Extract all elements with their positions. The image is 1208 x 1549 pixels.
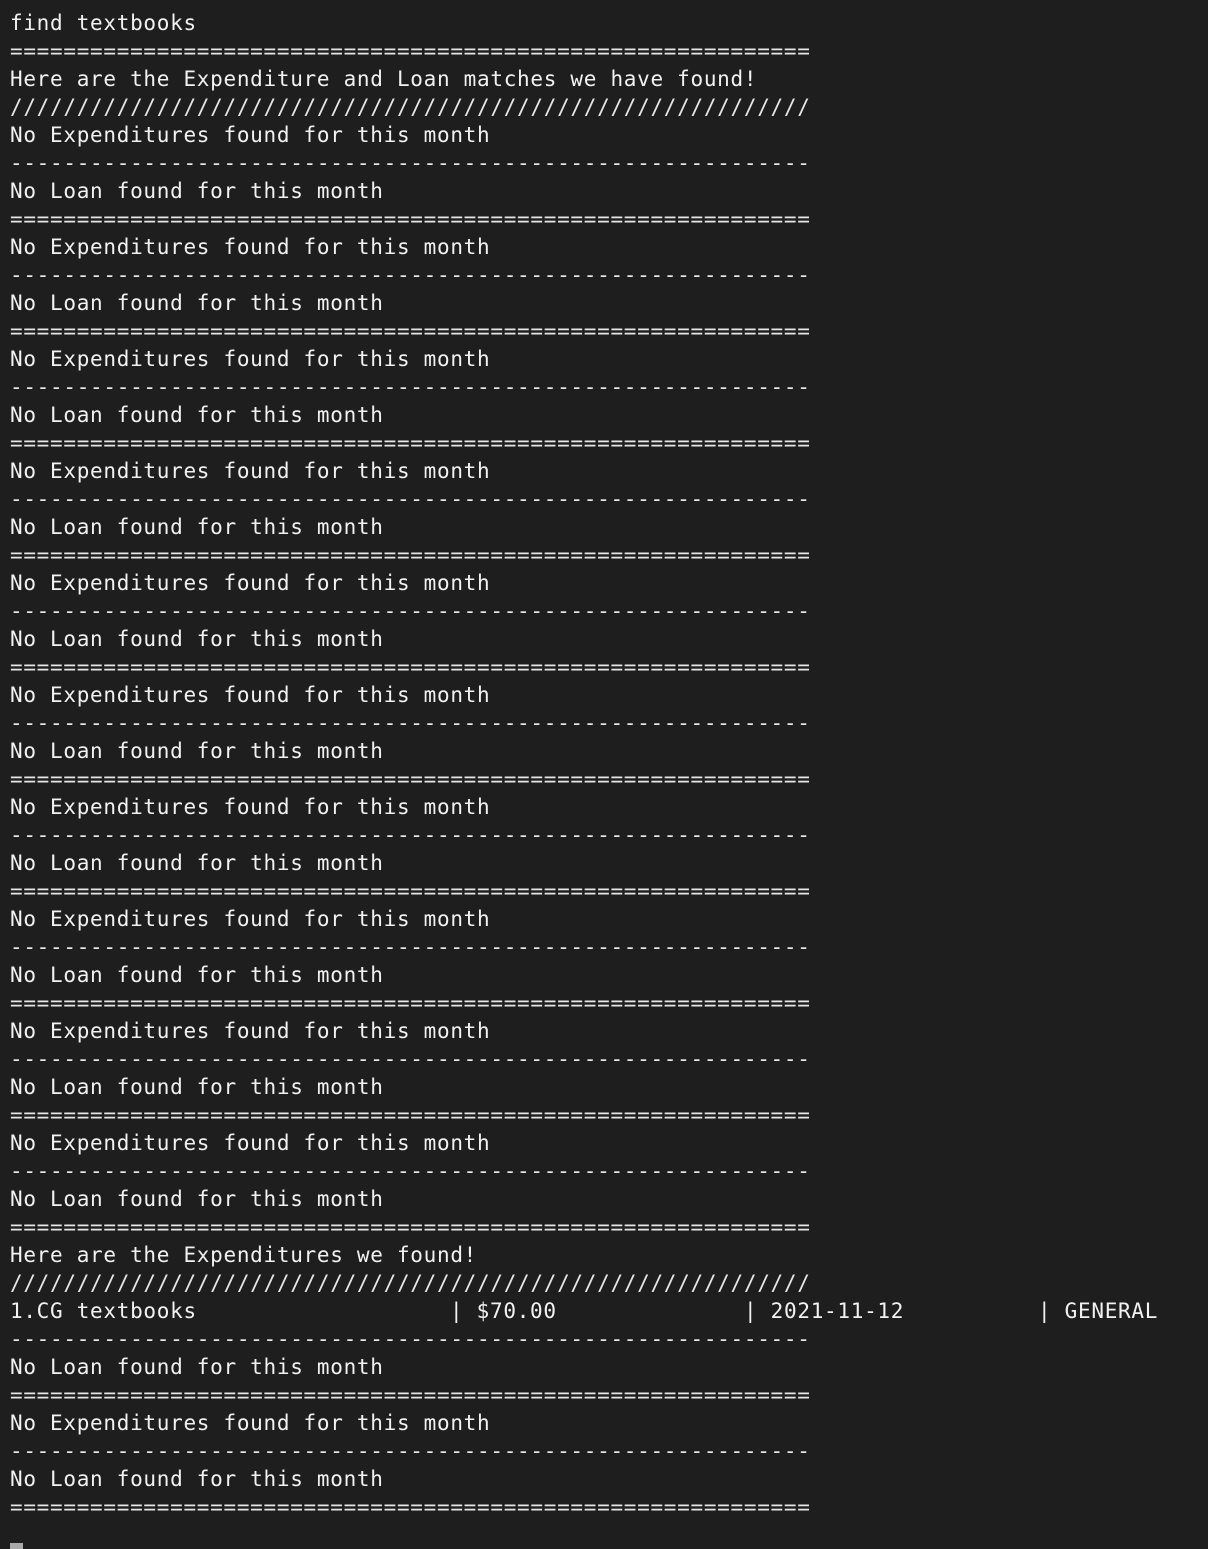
separator-line: ----------------------------------------… xyxy=(10,487,811,511)
separator-line: ========================================… xyxy=(10,1103,811,1127)
separator-line: ========================================… xyxy=(10,1495,811,1519)
separator-line: ========================================… xyxy=(10,0,1200,9)
output-line: No Expenditures found for this month xyxy=(10,235,491,259)
output-line: No Expenditures found for this month xyxy=(10,571,491,595)
output-line: No Loan found for this month xyxy=(10,1467,384,1491)
terminal-output[interactable]: ========================================… xyxy=(10,0,1200,1549)
separator-line: ========================================… xyxy=(10,319,811,343)
output-line: No Expenditures found for this month xyxy=(10,795,491,819)
separator-line: ----------------------------------------… xyxy=(10,823,811,847)
output-line: No Expenditures found for this month xyxy=(10,907,491,931)
separator-line: ========================================… xyxy=(10,879,811,903)
separator-line: ========================================… xyxy=(10,991,811,1015)
output-line: No Loan found for this month xyxy=(10,1355,384,1379)
output-line: No Loan found for this month xyxy=(10,179,384,203)
output-line: No Loan found for this month xyxy=(10,403,384,427)
output-line: find textbooks xyxy=(10,11,197,35)
separator-line: ----------------------------------------… xyxy=(10,151,811,175)
output-line: No Loan found for this month xyxy=(10,1187,384,1211)
expenditure-category: | GENERAL xyxy=(1038,1299,1159,1323)
output-line: No Loan found for this month xyxy=(10,739,384,763)
separator-line: ========================================… xyxy=(10,543,811,567)
separator-line: ========================================… xyxy=(10,655,811,679)
separator-line: ----------------------------------------… xyxy=(10,599,811,623)
separator-line: ----------------------------------------… xyxy=(10,1327,811,1351)
expenditure-date: | 2021-11-12 xyxy=(744,1299,905,1323)
separator-line: ========================================… xyxy=(10,207,811,231)
separator-line: ----------------------------------------… xyxy=(10,1047,811,1071)
output-line: No Expenditures found for this month xyxy=(10,347,491,371)
output-line: Here are the Expenditure and Loan matche… xyxy=(10,67,758,91)
separator-line: ========================================… xyxy=(10,1383,811,1407)
expenditure-description: 1.CG textbooks xyxy=(10,1299,197,1323)
separator-line: ////////////////////////////////////////… xyxy=(10,95,811,119)
separator-line: ----------------------------------------… xyxy=(10,1159,811,1183)
separator-line: ----------------------------------------… xyxy=(10,935,811,959)
output-line: No Loan found for this month xyxy=(10,515,384,539)
separator-line: ========================================… xyxy=(10,1215,811,1239)
output-line: No Expenditures found for this month xyxy=(10,1131,491,1155)
output-line: No Loan found for this month xyxy=(10,963,384,987)
separator-line: ----------------------------------------… xyxy=(10,375,811,399)
cursor-icon xyxy=(10,1543,23,1549)
separator-line: ========================================… xyxy=(10,431,811,455)
separator-line: ----------------------------------------… xyxy=(10,263,811,287)
separator-line: ========================================… xyxy=(10,39,811,63)
separator-line: ----------------------------------------… xyxy=(10,1439,811,1463)
output-line: Here are the Expenditures we found! xyxy=(10,1243,478,1267)
output-line: No Loan found for this month xyxy=(10,1075,384,1099)
output-line: No Expenditures found for this month xyxy=(10,683,491,707)
separator-line: ----------------------------------------… xyxy=(10,711,811,735)
output-line: No Loan found for this month xyxy=(10,627,384,651)
output-line: No Expenditures found for this month xyxy=(10,1411,491,1435)
prompt-line[interactable] xyxy=(10,1521,1200,1549)
output-line: No Loan found for this month xyxy=(10,291,384,315)
output-line: No Expenditures found for this month xyxy=(10,1019,491,1043)
expenditure-row: 1.CG textbooks | $70.00 | 2021-11-12 | GENE… xyxy=(10,1297,1200,1325)
separator-line: ////////////////////////////////////////… xyxy=(10,1271,811,1295)
separator-line: ========================================… xyxy=(10,767,811,791)
output-line: No Expenditures found for this month xyxy=(10,459,491,483)
expenditure-amount: | $70.00 xyxy=(450,1299,557,1323)
output-line: No Loan found for this month xyxy=(10,851,384,875)
output-line: No Expenditures found for this month xyxy=(10,123,491,147)
